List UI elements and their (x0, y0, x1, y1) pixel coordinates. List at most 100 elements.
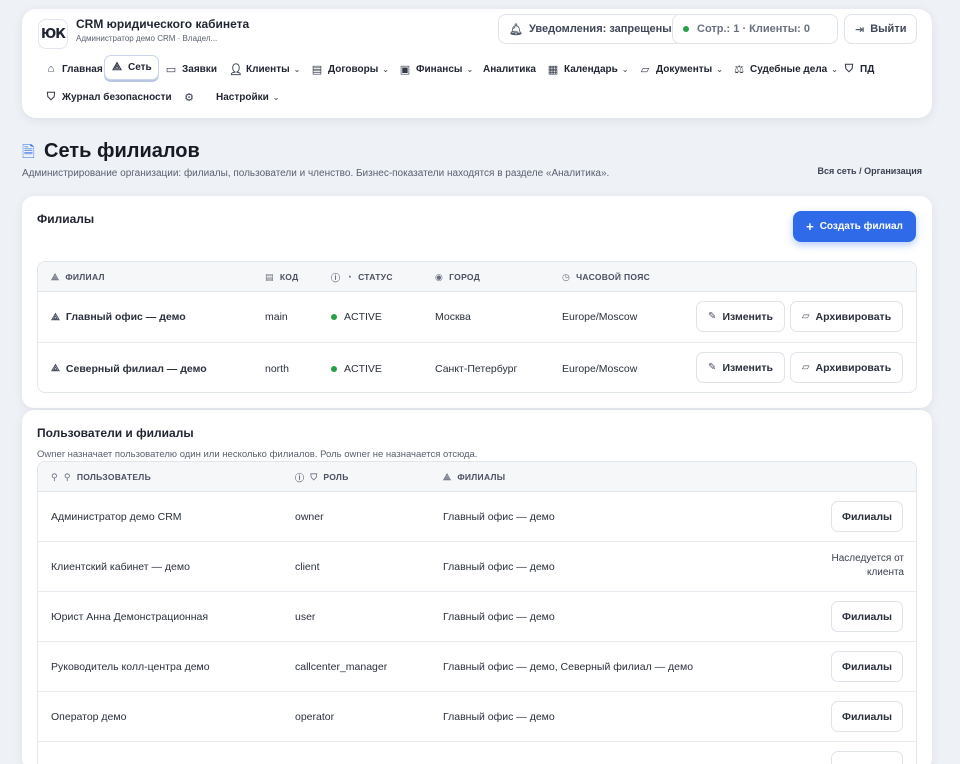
user-role: operator (295, 710, 335, 723)
assign-branches-button[interactable] (831, 751, 903, 764)
user-branches: Главный офис — демо (443, 610, 555, 623)
branch-name: Северный филиал — демо (65, 362, 207, 375)
info-icon: ⓘ (331, 272, 341, 283)
inbox-icon: ▭ (165, 63, 177, 76)
clock-icon: ◔ (346, 272, 353, 282)
nav-pd[interactable]: ⛉ ПД (840, 56, 877, 82)
chevron-down-icon: ⌄ (831, 64, 838, 74)
network-icon: ⟁ (51, 311, 60, 323)
gear-icon: ⚙︎ (184, 91, 194, 104)
col-role: ⓘ ⛉ РОЛЬ (295, 471, 349, 483)
nav-analytics[interactable]: Аналитика (480, 56, 539, 82)
shield-check-icon: ⛉ (46, 90, 56, 103)
user-role: client (295, 560, 320, 573)
nav-documents[interactable]: ▱ Документы ⌄ (636, 56, 726, 82)
info-icon: ⓘ (295, 472, 305, 483)
document-icon: 🗎︎ (22, 144, 35, 161)
user-name: Руководитель колл-центра демо (51, 660, 210, 673)
archive-branch-button[interactable]: ▱ Архивировать (790, 301, 903, 332)
user-name: Юрист Анна Демонстрационная (51, 610, 209, 623)
edit-branch-button[interactable]: ✎ Изменить (696, 301, 785, 332)
nav-home[interactable]: ⌂ Главная (42, 56, 106, 82)
table-row: ⟁ Главный офис — демо main ACTIVE Москва … (38, 292, 916, 343)
chevron-down-icon: ⌄ (382, 64, 389, 74)
inherited-note: Наследуется от клиента (831, 553, 905, 578)
network-icon: ⟁ (51, 271, 60, 282)
table-row: Оператор демо operator Главный офис — де… (38, 692, 916, 742)
table-row: Клиентский кабинет — демо client Главный… (38, 542, 916, 592)
nav-finance[interactable]: ▣ Финансы ⌄ (396, 56, 476, 82)
col-branches: ⟁ ФИЛИАЛЫ (443, 471, 506, 483)
counts-badge: Сотр.: 1 · Клиенты: 0 (672, 14, 838, 44)
assign-branches-button[interactable]: Филиалы (831, 601, 903, 632)
assign-branches-button[interactable]: Филиалы (831, 501, 903, 532)
users-title: Пользователи и филиалы (37, 426, 194, 440)
branch-code: north (265, 362, 289, 375)
location-icon: ◉ (435, 271, 444, 282)
table-row: Администратор демо CRM owner Главный офи… (38, 492, 916, 542)
nav-calendar[interactable]: ▦ Календарь ⌄ (544, 56, 631, 82)
nav-security-log[interactable]: ⛉ Журнал безопасности (42, 84, 175, 110)
logout-label: Выйти (870, 23, 907, 35)
table-header: ⟁ ФИЛИАЛ ▤ КОД ⓘ ◔ СТАТУС ◉ ГОРОД ◷ ЧАСОВОЙ ПО… (38, 262, 916, 292)
home-icon: ⌂ (47, 63, 55, 75)
status-badge: ACTIVE (344, 362, 382, 375)
status-badge: ACTIVE (344, 311, 382, 323)
chevron-down-icon: ⌄ (466, 64, 474, 74)
pencil-icon: ✎ (708, 362, 717, 373)
logout-icon: ⇥ (855, 23, 865, 36)
nav-settings-gear[interactable]: ⚙︎ (180, 84, 203, 110)
app-title: CRM юридического кабинета (76, 17, 250, 31)
branch-city: Санкт-Петербург (435, 362, 518, 375)
chevron-down-icon: ⌄ (716, 64, 723, 74)
app-logo[interactable]: ЮК (38, 19, 68, 49)
notifications-button[interactable]: 🔔︎ Уведомления: запрещены (498, 14, 683, 44)
breadcrumb: Вся сеть / Организация (817, 166, 923, 176)
table-header: ⚲ ⚲ ПОЛЬЗОВАТЕЛЬ ⓘ ⛉ РОЛЬ ⟁ ФИЛИАЛЫ (38, 462, 916, 492)
nav-court-cases[interactable]: ⚖︎ Судебные дела ⌄ (730, 56, 841, 82)
online-dot-icon (683, 26, 689, 32)
branch-city: Москва (435, 311, 471, 323)
table-row: Юрист Анна Демонстрационная user Главный… (38, 592, 916, 642)
nav-contracts[interactable]: ▤ Договоры ⌄ (308, 56, 392, 82)
archive-branch-button[interactable]: ▱ Архивировать (790, 352, 903, 383)
create-branch-button[interactable]: + Создать филиал (793, 211, 916, 242)
network-icon: ⟁ (443, 471, 452, 482)
user-icon: ⚲ (51, 471, 58, 482)
document-icon: ▤ (311, 63, 323, 76)
user-icon: ⚲ (63, 471, 71, 482)
folder-icon: ▱ (640, 63, 650, 76)
user-role: owner (295, 510, 324, 523)
col-timezone: ◷ ЧАСОВОЙ ПОЯС (562, 271, 651, 283)
nav-clients[interactable]: 👤︎ Клиенты ⌄ (226, 56, 303, 82)
plus-icon: + (806, 219, 814, 234)
branches-title: Филиалы (37, 212, 95, 226)
nav-settings[interactable]: Настройки ⌄ (213, 84, 282, 110)
col-city: ◉ ГОРОД (435, 271, 481, 283)
logout-button[interactable]: ⇥ Выйти (844, 14, 918, 44)
status-active-dot-icon (331, 314, 337, 320)
notifications-label: Уведомления: запрещены (528, 23, 672, 35)
user-name: Клиентский кабинет — демо (51, 560, 190, 573)
shield-icon: ⛉ (844, 62, 854, 75)
chevron-down-icon: ⌄ (293, 64, 301, 74)
edit-branch-button[interactable]: ✎ Изменить (696, 352, 785, 383)
app-header: ЮК CRM юридического кабинета Администрат… (22, 9, 932, 118)
calendar-icon: ▦ (547, 63, 559, 76)
user-branches: Главный офис — демо, Северный филиал — д… (443, 660, 694, 673)
assign-branches-button[interactable]: Филиалы (831, 651, 903, 682)
users-card: Пользователи и филиалы Owner назначает п… (22, 410, 932, 764)
nav-requests[interactable]: ▭ Заявки (162, 56, 220, 82)
folder-icon: ▱ (801, 362, 810, 373)
user-role: callcenter_manager (295, 660, 388, 673)
branch-timezone: Europe/Moscow (562, 362, 638, 375)
col-status: ⓘ ◔ СТАТУС (331, 272, 393, 283)
table-row (38, 742, 916, 764)
table-row: Руководитель колл-центра демо callcenter… (38, 642, 916, 692)
nav-network[interactable]: ⟁ Сеть (104, 55, 159, 80)
branches-table: ⟁ ФИЛИАЛ ▤ КОД ⓘ ◔ СТАТУС ◉ ГОРОД ◷ ЧАСОВОЙ ПО… (37, 261, 917, 393)
wallet-icon: ▣ (399, 63, 411, 76)
clock-icon: ◷ (562, 271, 571, 282)
assign-branches-button[interactable]: Филиалы (831, 701, 903, 732)
shield-icon: ⛉ (310, 471, 318, 482)
